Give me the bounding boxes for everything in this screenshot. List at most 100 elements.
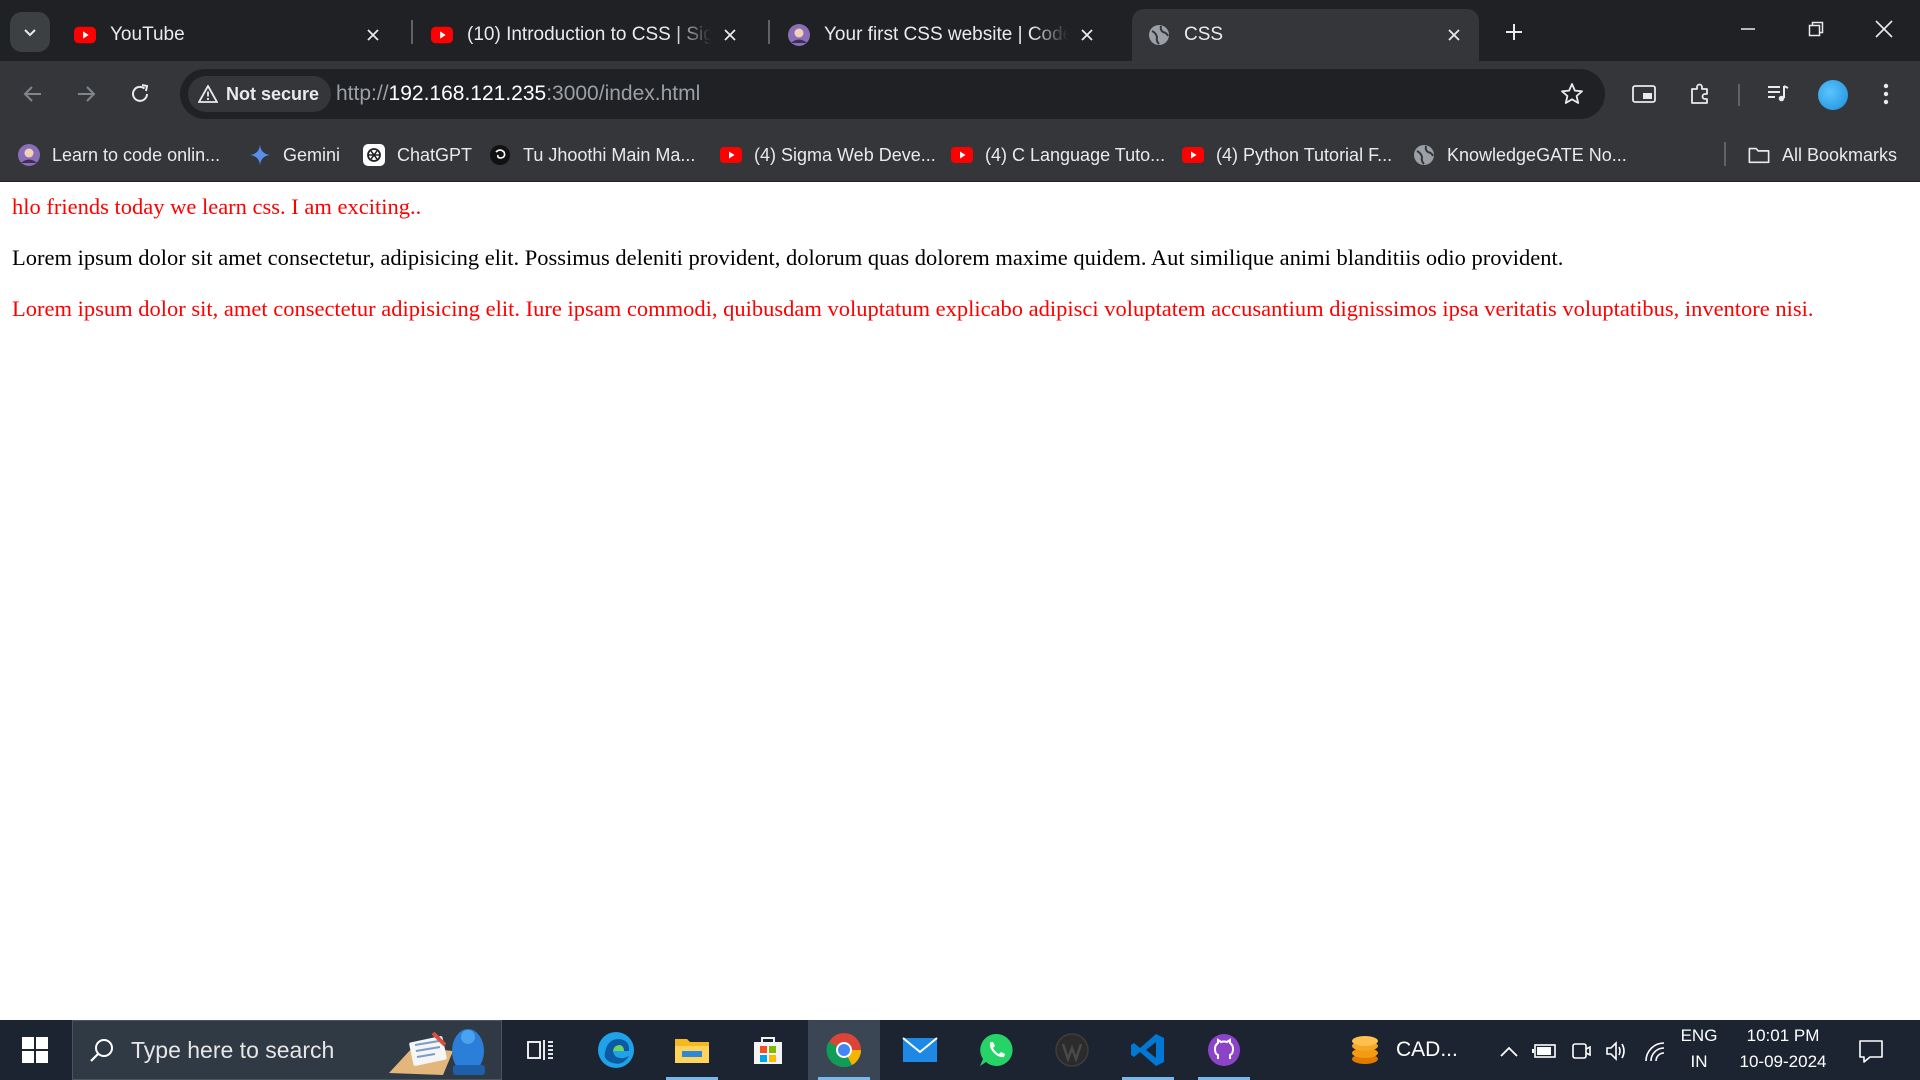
extensions-button[interactable] (1684, 78, 1716, 110)
region-code: IN (1690, 1052, 1708, 1071)
restore-button[interactable] (1782, 0, 1850, 58)
intro-paragraph: hlo friends today we learn css. I am exc… (12, 194, 422, 219)
taskbar-wordpress[interactable] (1036, 1020, 1108, 1080)
task-view-button[interactable] (504, 1020, 576, 1080)
bookmark-learn-to-code[interactable]: Learn to code onlin... (18, 140, 220, 170)
chevron-down-icon (24, 29, 36, 37)
bookmark-tu-jhoothi[interactable]: Tu Jhoothi Main Ma... (489, 140, 695, 170)
taskbar-mail[interactable] (884, 1020, 956, 1080)
whatsapp-icon (980, 1033, 1013, 1066)
security-chip[interactable]: Not secure (188, 76, 332, 112)
forward-button[interactable] (66, 74, 106, 114)
show-hidden-icons-button[interactable] (1496, 1038, 1522, 1064)
tab-title: (10) Introduction to CSS | Sigma Web Dev… (467, 24, 711, 45)
url-text[interactable]: http://192.168.121.235:3000/index.html (336, 69, 700, 119)
taskbar-chrome[interactable] (808, 1020, 880, 1080)
notification-icon (1859, 1040, 1883, 1063)
menu-button[interactable] (1870, 78, 1902, 110)
weather-widget[interactable]: CAD... (1348, 1020, 1458, 1080)
profile-avatar[interactable] (1818, 80, 1848, 110)
network-tray-icon[interactable] (1642, 1038, 1668, 1064)
close-icon[interactable] (1076, 24, 1098, 46)
youtube-icon (74, 24, 96, 46)
close-window-button[interactable] (1850, 0, 1918, 58)
tab-title: YouTube (110, 24, 185, 45)
tab-css[interactable]: CSS (1132, 9, 1479, 61)
restore-icon (1808, 21, 1824, 37)
close-icon[interactable] (1443, 24, 1465, 46)
bookmark-gemini[interactable]: Gemini (249, 140, 340, 170)
battery-tray-icon[interactable] (1532, 1038, 1558, 1064)
reload-button[interactable] (120, 74, 160, 114)
battery-icon (1532, 1044, 1556, 1058)
bookmark-sigma-web[interactable]: (4) Sigma Web Deve... (720, 140, 936, 170)
clock[interactable]: 10:01 PM 10-09-2024 (1732, 1026, 1834, 1072)
puzzle-icon (1691, 83, 1708, 104)
taskbar-microsoft-store[interactable] (732, 1020, 804, 1080)
tab-title: Your first CSS website | CodeWithHarry (824, 24, 1068, 45)
language-code: ENG (1680, 1026, 1718, 1045)
taskbar-file-explorer[interactable] (656, 1020, 728, 1080)
codewithharry-icon (18, 144, 40, 166)
toolbar-separator (1738, 84, 1740, 106)
url-host: 192.168.121.235 (388, 82, 547, 105)
taskbar-vscode[interactable] (1112, 1020, 1184, 1080)
start-button[interactable] (0, 1020, 70, 1080)
tab-search-button[interactable] (10, 12, 50, 52)
search-placeholder: Type here to search (131, 1036, 335, 1063)
mail-icon (902, 1037, 938, 1062)
bookmark-c-language[interactable]: (4) C Language Tuto... (951, 140, 1165, 170)
windows-icon (22, 1037, 48, 1063)
bookmarks-bar: Learn to code onlin... Gemini ChatGPT Tu… (0, 127, 1920, 182)
tab-youtube[interactable]: YouTube (58, 9, 398, 61)
chatgpt-icon (363, 144, 385, 166)
new-tab-button[interactable] (1496, 14, 1532, 50)
bookmarks-separator (1724, 142, 1726, 166)
bookmark-chatgpt[interactable]: ChatGPT (363, 140, 472, 170)
close-icon (1875, 20, 1893, 38)
back-button[interactable] (13, 74, 53, 114)
url-scheme: http:// (336, 82, 389, 105)
bookmark-label: Tu Jhoothi Main Ma... (523, 144, 696, 165)
speaker-icon (1606, 1041, 1625, 1061)
tab-introduction-to-css[interactable]: (10) Introduction to CSS | Sigma Web Dev… (415, 9, 755, 61)
bookmark-label: (4) C Language Tuto... (985, 144, 1166, 165)
warning-icon (198, 85, 218, 103)
github-desktop-icon (1208, 1034, 1240, 1066)
taskbar-search-box[interactable]: Type here to search (72, 1020, 502, 1080)
address-bar[interactable]: Not secure http://192.168.121.235:3000/i… (180, 69, 1605, 119)
file-explorer-icon (675, 1039, 709, 1063)
picture-in-picture-icon (1632, 85, 1656, 103)
minimize-button[interactable] (1714, 0, 1782, 58)
volume-tray-icon[interactable] (1604, 1038, 1630, 1064)
lorem-paragraph-red: Lorem ipsum dolor sit, amet consectetur … (12, 296, 1814, 321)
taskbar-github-desktop[interactable] (1188, 1020, 1260, 1080)
close-icon[interactable] (719, 24, 741, 46)
youtube-icon (431, 24, 453, 46)
bookmark-python-tutorial[interactable]: (4) Python Tutorial F... (1182, 140, 1392, 170)
bookmark-star-button[interactable] (1559, 81, 1585, 107)
more-vert-icon (1883, 83, 1889, 105)
edge-icon (598, 1032, 634, 1068)
taskbar-edge[interactable] (580, 1020, 652, 1080)
security-label: Not secure (226, 83, 320, 104)
bookmark-label: Learn to code onlin... (52, 144, 221, 165)
search-highlight-illustration (389, 1029, 485, 1075)
search-icon (89, 1037, 115, 1063)
bookmark-label: (4) Sigma Web Deve... (754, 144, 936, 165)
notifications-button[interactable] (1858, 1038, 1884, 1064)
globe-icon (1148, 24, 1170, 46)
tab-your-first-css-website[interactable]: Your first CSS website | CodeWithHarry (772, 9, 1112, 61)
bookmark-knowledgegate[interactable]: KnowledgeGATE No... (1413, 140, 1627, 170)
windows-taskbar: Type here to search CAD... ENG IN 10:01 … (0, 1020, 1920, 1080)
all-bookmarks-button[interactable]: All Bookmarks (1748, 140, 1897, 170)
wifi-icon (1645, 1042, 1665, 1062)
close-icon[interactable] (362, 24, 384, 46)
picture-in-picture-button[interactable] (1628, 78, 1660, 110)
clock-time: 10:01 PM (1746, 1026, 1820, 1045)
language-indicator[interactable]: ENG IN (1672, 1026, 1726, 1072)
media-controls-button[interactable] (1762, 78, 1794, 110)
tab-title: CSS (1184, 24, 1224, 45)
taskbar-whatsapp[interactable] (960, 1020, 1032, 1080)
meet-now-tray-icon[interactable] (1568, 1038, 1594, 1064)
